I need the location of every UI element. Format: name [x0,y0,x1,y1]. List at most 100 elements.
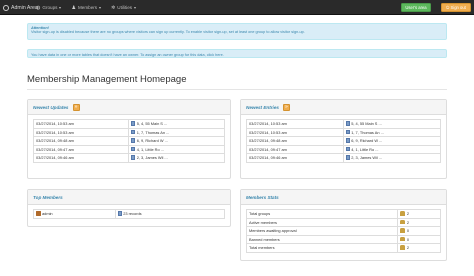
stat-value: 0 [406,228,409,234]
members-stats-panel: Members Stats Total groups 2 Active membe… [240,189,447,261]
menu-members-label: Members [77,5,98,10]
member-name: admin [42,211,53,217]
newest-entries-title: Newest Entries [246,104,279,110]
gear-icon [3,4,9,11]
newest-updates-more-button[interactable]: » [72,103,80,111]
entry-record-label: 6, 9, Richard W ... [351,138,383,144]
brand-link[interactable]: Admin Area [3,3,38,12]
entry-record-label: 1, 7, Thomas An ... [351,129,384,135]
update-record-link[interactable]: 6, 9, Richard W ... [128,136,225,146]
entry-date: 03/27/2014, 09:48 am [246,136,344,146]
chevron-down-icon [134,6,137,9]
stat-value-link[interactable]: 0 [397,234,441,244]
entry-record-link[interactable]: 5, 4, 55 Main S ... [342,119,442,129]
member-name-link[interactable]: admin [33,209,116,219]
newest-entries-panel: Newest Entries » 03/27/2014, 10:53 am 5, … [240,99,447,179]
update-date: 03/27/2014, 09:46 am [32,153,130,163]
member-records-link[interactable]: 23 records [114,209,226,219]
signup-alert-text: Visitor sign-up is disabled because ther… [31,29,305,34]
table-row: Active members 2 [245,217,441,227]
menu-utilities-label: Utilities [117,5,133,10]
owner-alert[interactable]: You have data in one or more tables that… [27,49,447,58]
record-icon [131,121,136,126]
menu-members[interactable]: ♟ Members [71,4,102,11]
record-icon [345,155,350,160]
newest-updates-header: Newest Updates » [28,100,230,115]
update-record-label: 5, 4, 55 Main S ... [136,121,168,127]
stat-value-link[interactable]: 2 [397,209,441,219]
gear-icon: ✲ [111,4,116,11]
page-title: Membership Management Homepage [27,74,187,85]
title-divider [27,89,447,90]
table-row: 03/27/2014, 09:48 am 6, 9, Richard W ... [246,136,442,146]
brand-label: Admin Area [11,4,38,11]
records-icon [117,211,122,216]
table-row: Total members 2 [245,243,441,253]
update-date: 03/27/2014, 10:53 am [32,119,130,129]
members-stats-title: Members Stats [246,194,279,200]
newest-entries-more-button[interactable]: » [282,103,290,111]
members-stats-header: Members Stats [241,190,446,205]
stat-label: Total groups [245,209,399,219]
stat-value: 2 [406,245,409,251]
record-icon [345,138,350,143]
table-row: 03/27/2014, 10:53 am 5, 4, 55 Main S ... [32,119,225,129]
group-icon [400,211,406,216]
globe-icon: ◍ [36,4,41,11]
top-navbar: Admin Area ◍ Groups ♟ Members ✲ Utilitie… [0,0,474,15]
record-icon [131,155,136,160]
menu-utilities[interactable]: ✲ Utilities [111,4,137,11]
table-row: 03/27/2014, 09:46 am 2, 3, James Wil ... [246,153,442,163]
stat-value: 2 [406,219,409,225]
table-row: 03/27/2014, 09:46 am 2, 3, James Wil ... [32,153,225,163]
update-record-link[interactable]: 5, 4, 55 Main S ... [128,119,225,129]
user-icon: ♟ [71,4,76,11]
menu-groups[interactable]: ◍ Groups [36,4,62,11]
owner-alert-text: You have data in one or more tables that… [31,52,224,57]
users-area-button[interactable]: User's area [401,3,431,12]
update-record-link[interactable]: 1, 7, Thomas An ... [128,127,225,137]
chevron-down-icon [99,6,102,9]
entry-record-link[interactable]: 1, 7, Thomas An ... [342,127,442,137]
update-date: 03/27/2014, 09:48 am [32,136,130,146]
record-icon [131,146,136,152]
entry-record-link[interactable]: 2, 3, James Wil ... [342,153,442,163]
entry-date: 03/27/2014, 10:53 am [246,119,344,129]
entry-record-link[interactable]: 6, 9, Richard W ... [342,136,442,146]
top-members-panel: Top Members admin 23 records [27,189,231,227]
record-icon [131,138,136,143]
stat-value-link[interactable]: 0 [397,226,441,236]
stat-value-link[interactable]: 2 [397,243,441,253]
signup-alert: Attention! Visitor sign-up is disabled b… [27,23,447,40]
edit-icon [36,211,41,216]
update-record-link[interactable]: 2, 3, James Wil ... [128,153,225,163]
entry-record-link[interactable]: 4, 1, Little Ro ... [342,144,442,154]
table-row: 03/27/2014, 10:53 am 5, 4, 55 Main S ... [246,119,442,129]
stat-label: Total members [245,243,399,253]
table-row: 03/27/2014, 09:47 am 4, 1, Little Ro ... [246,144,442,154]
newest-entries-header: Newest Entries » [241,100,446,115]
group-icon [400,219,406,225]
group-icon [400,236,406,242]
record-icon [131,129,136,135]
entry-record-label: 4, 1, Little Ro ... [351,146,379,152]
entry-date: 03/27/2014, 09:46 am [246,153,344,163]
entry-record-label: 5, 4, 55 Main S ... [351,121,382,127]
table-row: 03/27/2014, 10:53 am 1, 7, Thomas An ... [32,127,225,137]
update-record-label: 1, 7, Thomas An ... [136,129,170,135]
record-icon [345,146,350,152]
table-row: Total groups 2 [245,209,441,219]
table-row: 03/27/2014, 09:48 am 6, 9, Richard W ... [32,136,225,146]
sign-out-button[interactable]: ⏻ Sign out [441,3,471,12]
update-record-link[interactable]: 4, 1, Little Ro ... [128,144,225,154]
newest-entries-table: 03/27/2014, 10:53 am 5, 4, 55 Main S ... … [246,119,442,163]
group-icon [400,228,406,233]
users-area-label: User's area [405,5,427,10]
stat-value: 0 [406,236,409,242]
stat-value-link[interactable]: 2 [397,217,441,227]
stat-label: Banned members [245,234,399,244]
main-menu: ◍ Groups ♟ Members ✲ Utilities [36,3,137,12]
table-row: admin 23 records [33,209,226,219]
entry-date: 03/27/2014, 09:47 am [246,144,344,154]
table-row: 03/27/2014, 10:53 am 1, 7, Thomas An ... [246,127,442,137]
